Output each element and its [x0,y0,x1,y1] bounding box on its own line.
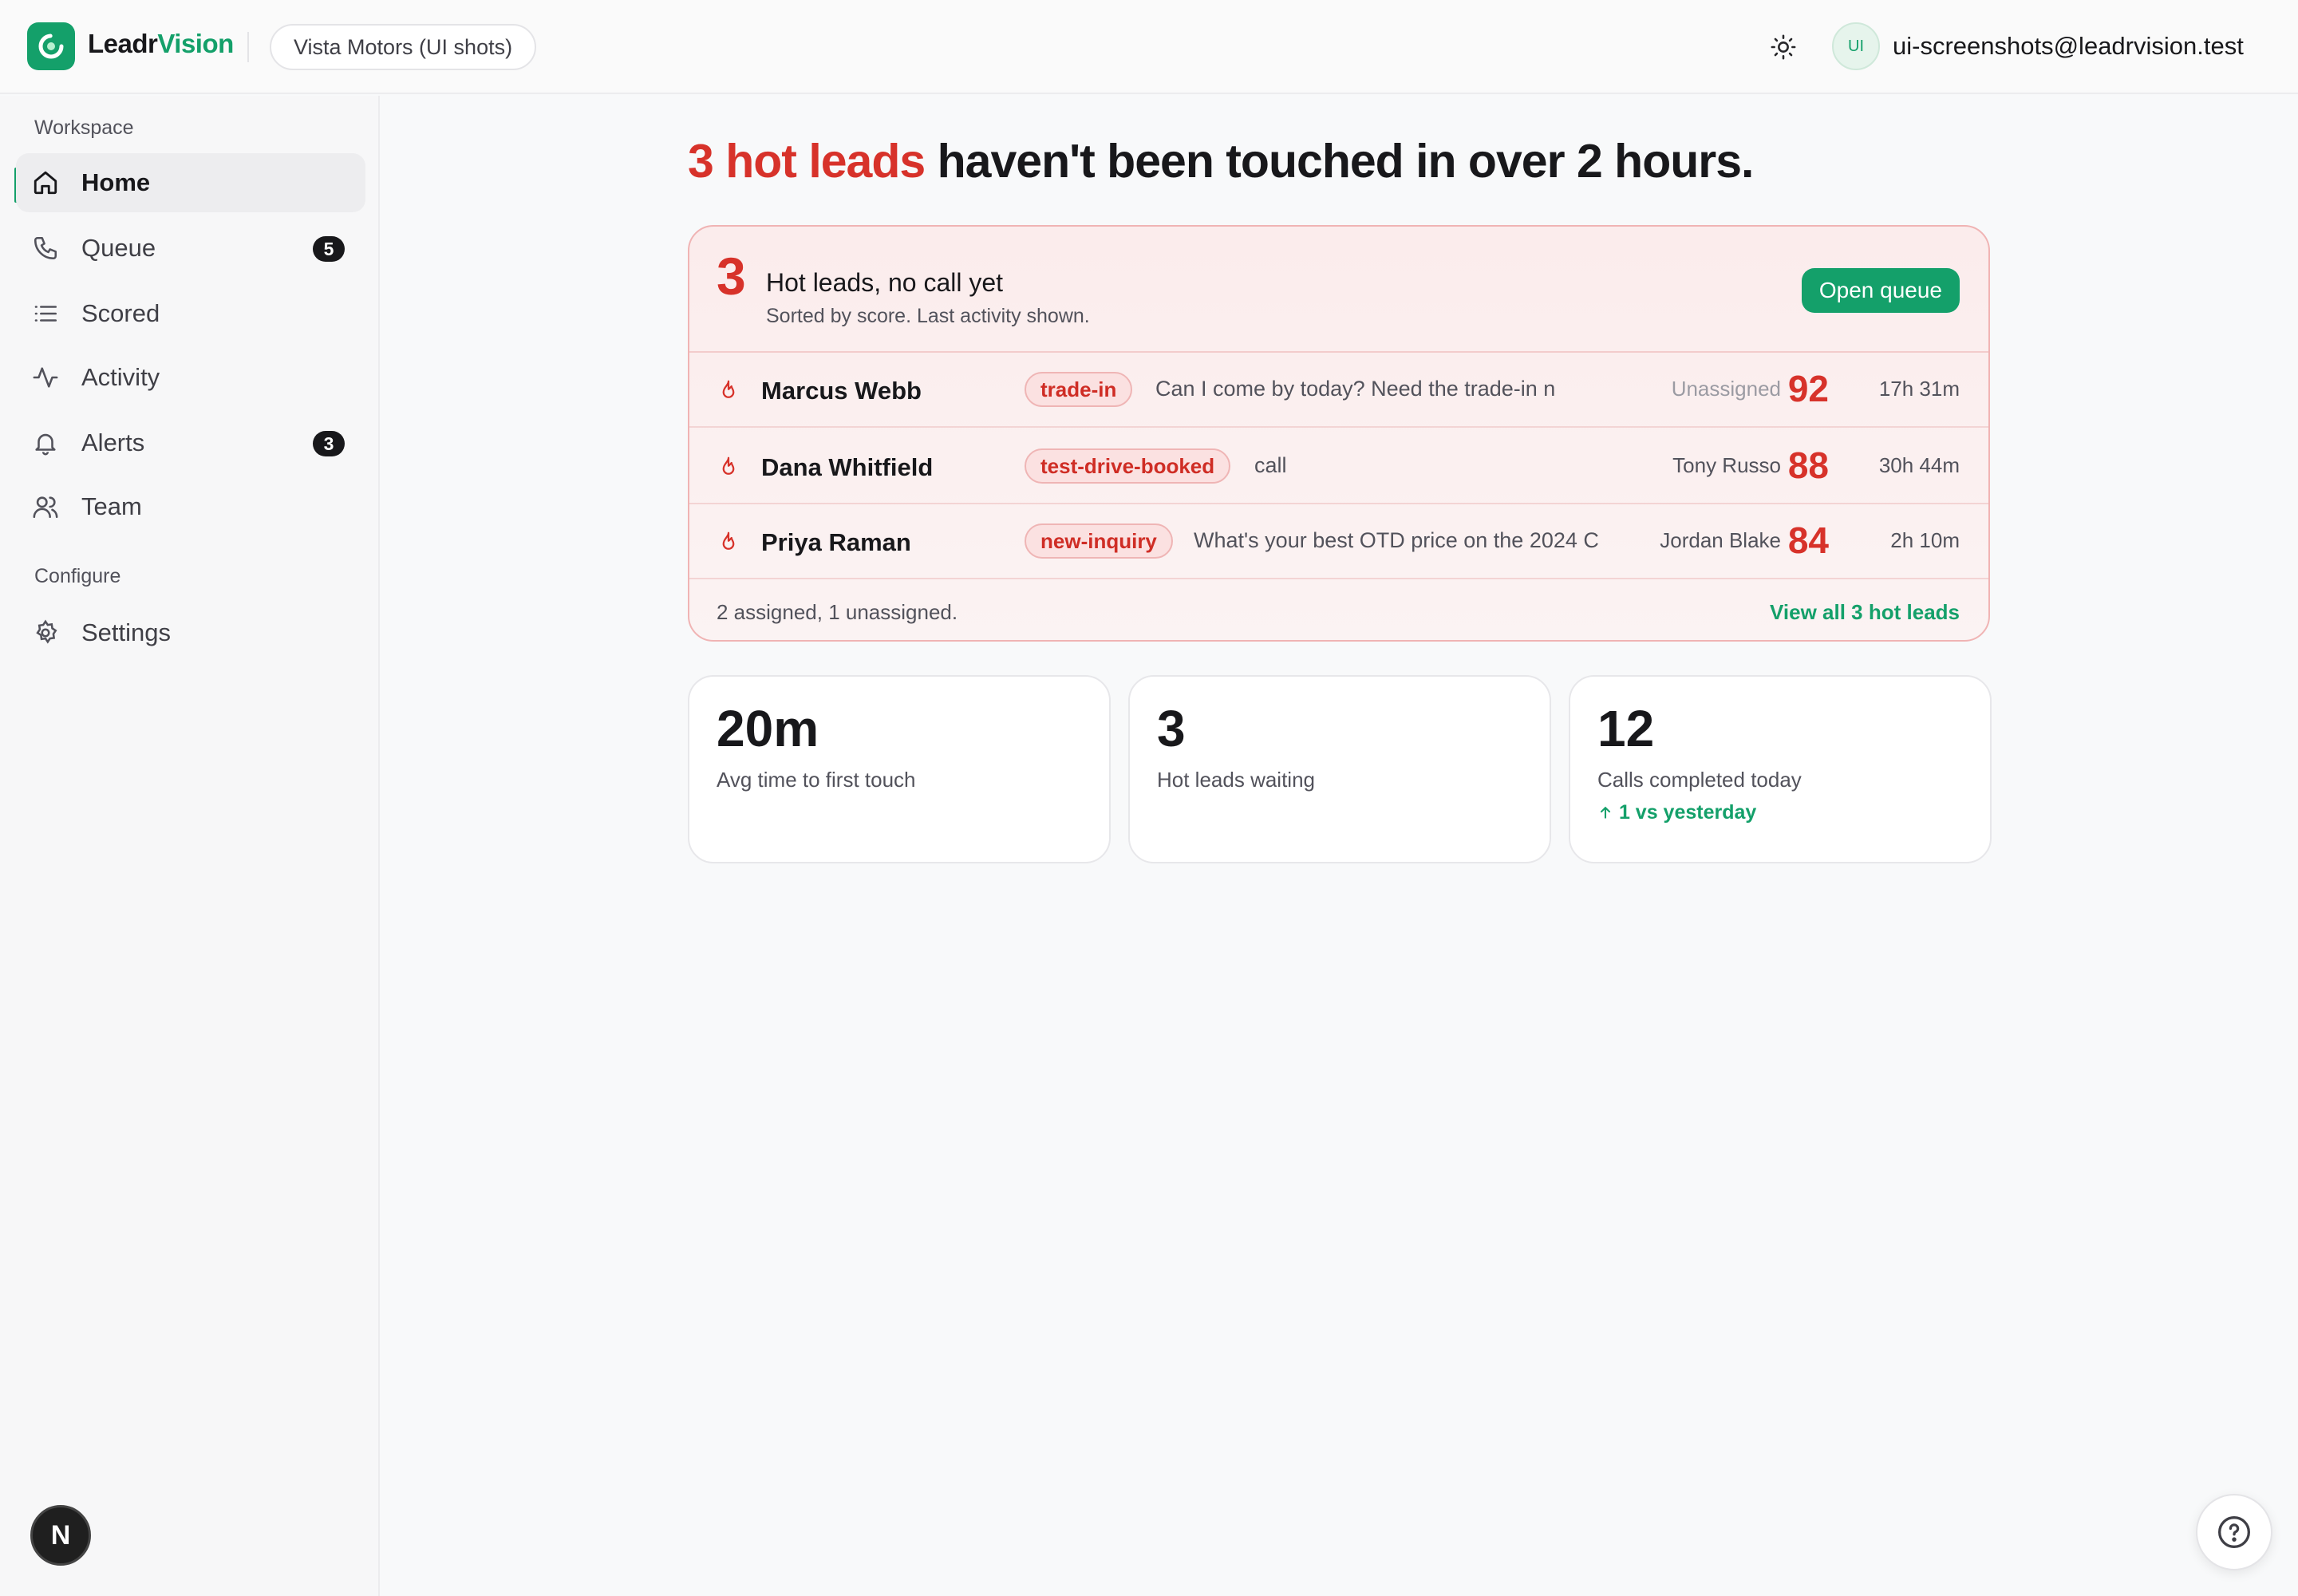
lead-score: 84 [1787,519,1829,561]
stat-value: 20m [717,700,819,757]
dev-tools-button[interactable]: N [30,1505,91,1566]
brand-name-part1: Leadr [88,29,158,58]
lead-row[interactable]: Marcus Webb trade-in Can I come by today… [689,353,1988,428]
brand-name[interactable]: LeadrVision [88,29,234,59]
sidebar-item-label: Settings [81,618,172,646]
workspace-switcher[interactable]: Vista Motors (UI shots) [270,24,537,70]
sidebar-item-label: Team [81,492,142,520]
avatar[interactable]: UI [1832,22,1880,70]
lead-name[interactable]: Dana Whitfield [761,453,933,482]
stat-label: Calls completed today [1597,768,1802,792]
lead-assignee: Tony Russo [1672,453,1781,477]
hot-leads-card: 3 Hot leads, no call yet Sorted by score… [688,225,1990,642]
sun-icon [1771,34,1796,60]
sidebar-item-label: Alerts [81,429,145,456]
sidebar-item-alerts[interactable]: Alerts 3 [16,413,365,472]
brand-name-part2: Vision [157,29,234,58]
lead-name[interactable]: Priya Raman [761,528,911,557]
lead-message: What's your best OTD price on the 2024 C [1194,528,1599,552]
lead-score: 88 [1787,444,1829,486]
sidebar-item-scored[interactable]: Scored [16,284,365,343]
lead-name[interactable]: Marcus Webb [761,377,922,405]
sidebar-item-label: Activity [81,363,160,391]
theme-toggle-button[interactable] [1765,29,1802,65]
assignment-summary: 2 assigned, 1 unassigned. [717,600,958,624]
lead-age: 30h 44m [1878,453,1960,477]
lead-age: 2h 10m [1890,528,1960,552]
sidebar-item-home[interactable]: Home [16,153,365,212]
lead-row[interactable]: Priya Raman new-inquiry What's your best… [689,504,1988,579]
activity-icon [33,367,58,388]
flame-icon [722,380,735,398]
open-queue-button[interactable]: Open queue [1801,268,1960,313]
stat-value: 12 [1597,700,1655,757]
flame-icon [722,456,735,475]
count-badge: 5 [313,236,345,262]
stat-delta-text: 1 vs yesterday [1618,801,1757,824]
view-all-hot-leads-link[interactable]: View all 3 hot leads [1770,600,1960,625]
hot-leads-subtitle: Sorted by score. Last activity shown. [766,305,1090,327]
lead-message: call [1254,453,1287,477]
user-email[interactable]: ui-screenshots@leadrvision.test [1893,32,2244,61]
lead-row[interactable]: Dana Whitfield test-drive-booked call To… [689,429,1988,504]
lead-tag: new-inquiry [1025,523,1173,559]
headline-rest: haven't been touched in over 2 hours. [925,135,1755,188]
home-icon [34,171,57,195]
sidebar-item-label: Scored [81,299,160,327]
stat-card-calls-completed: 12 Calls completed today 1 vs yesterday [1569,675,1992,863]
hot-leads-footer: 2 assigned, 1 unassigned. View all 3 hot… [689,578,1988,640]
top-bar: LeadrVision Vista Motors (UI shots) UI u… [0,0,2298,94]
lead-score: 92 [1787,368,1829,409]
logo-icon[interactable] [27,22,75,70]
divider [247,32,249,62]
help-button[interactable] [2196,1494,2272,1570]
lead-age: 17h 31m [1878,377,1960,401]
users-icon [33,496,58,519]
stat-card-avg-first-touch: 20m Avg time to first touch [688,675,1111,863]
sidebar-item-queue[interactable]: Queue 5 [16,219,365,278]
stat-label: Hot leads waiting [1157,768,1315,792]
lead-assignee: Jordan Blake [1660,528,1781,552]
lead-assignee: Unassigned [1671,377,1781,401]
lead-tag: test-drive-booked [1025,448,1231,484]
stat-label: Avg time to first touch [717,768,916,792]
sidebar: Workspace Home Queue 5 Scored Activity A… [0,96,380,1596]
help-icon [2218,1516,2250,1548]
page-headline: 3 hot leads haven't been touched in over… [688,134,1755,188]
phone-icon [34,236,57,260]
lead-tag: trade-in [1025,372,1133,407]
stat-delta: 1 vs yesterday [1597,801,1756,824]
flame-icon [722,531,735,550]
stat-value: 3 [1157,700,1186,757]
section-label-configure: Configure [34,565,121,587]
sidebar-item-settings[interactable]: Settings [16,603,365,662]
sidebar-item-label: Queue [81,234,156,262]
stat-card-hot-leads-waiting: 3 Hot leads waiting [1128,675,1551,863]
arrow-up-icon [1600,806,1611,819]
hot-leads-header: 3 Hot leads, no call yet Sorted by score… [689,227,1988,353]
list-icon [34,306,57,322]
section-label-workspace: Workspace [34,117,134,139]
sidebar-item-label: Home [81,168,151,196]
sidebar-item-team[interactable]: Team [16,477,365,536]
bell-icon [35,433,56,456]
hot-leads-title: Hot leads, no call yet [766,268,1004,297]
sidebar-item-activity[interactable]: Activity [16,348,365,407]
gear-icon [36,619,57,644]
lead-message: Can I come by today? Need the trade-in n [1155,377,1556,401]
headline-highlight: 3 hot leads [688,135,926,188]
count-badge: 3 [313,431,345,456]
hot-leads-count: 3 [717,247,746,306]
